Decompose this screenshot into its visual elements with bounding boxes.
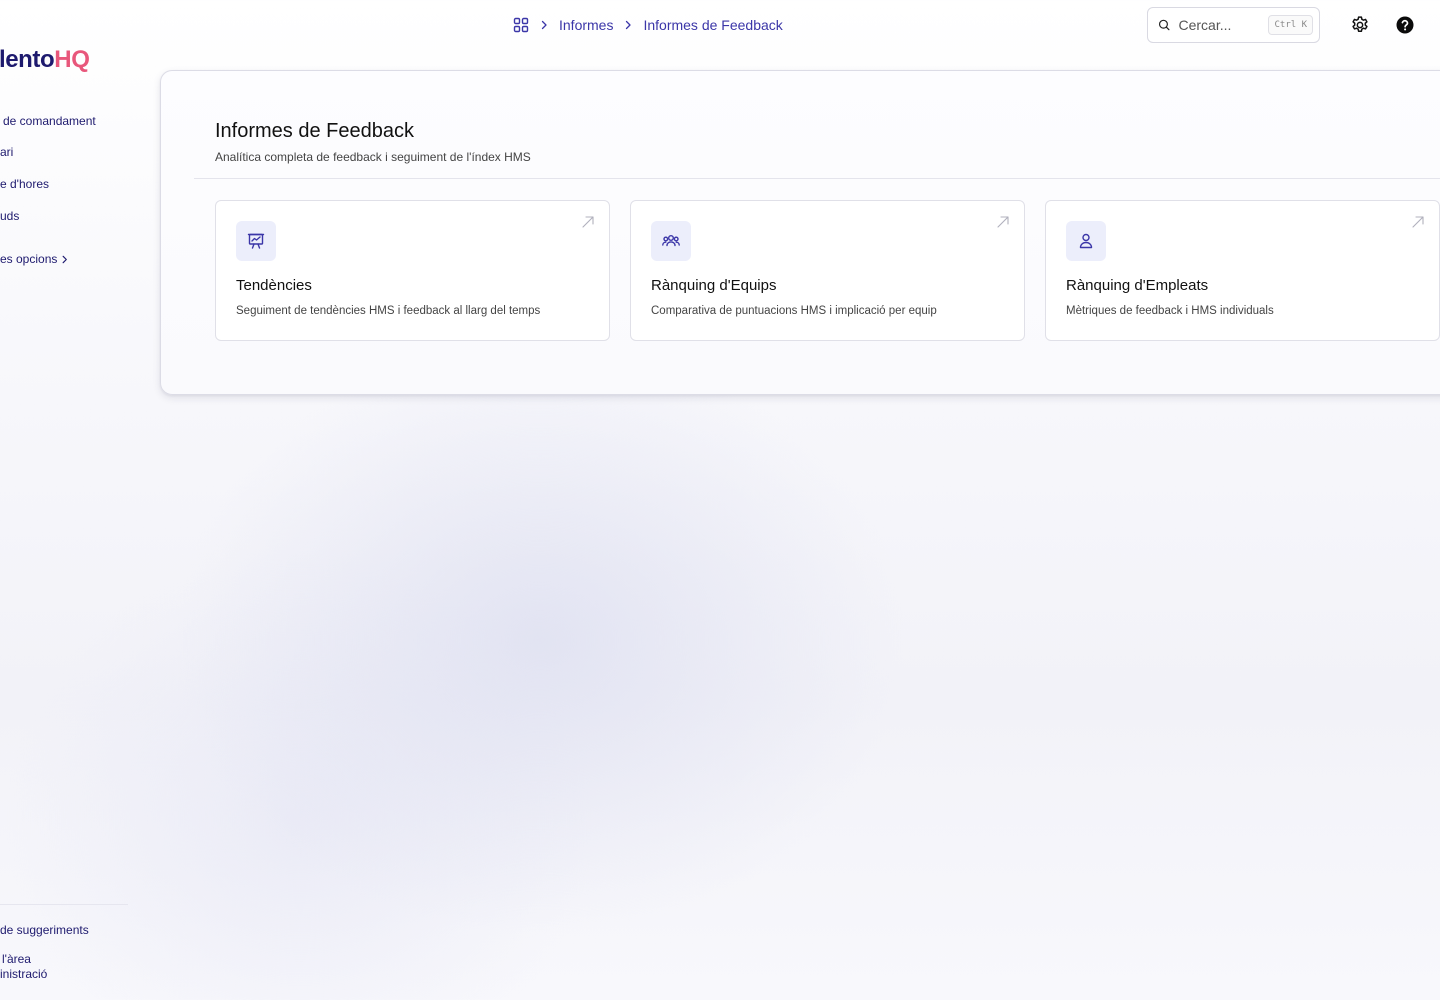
header-divider: [194, 178, 1440, 179]
report-card-trends[interactable]: Tendències Seguiment de tendències HMS i…: [215, 200, 610, 341]
help-icon[interactable]: [1395, 15, 1415, 35]
sidebar: alentoHQ de comandament ari e d'hores ud…: [0, 0, 140, 1000]
chevron-right-icon: [62, 255, 68, 263]
card-title: Rànquing d'Empleats: [1066, 277, 1209, 294]
page-subtitle: Analítica completa de feedback i seguime…: [215, 150, 531, 164]
sidebar-item-calendar[interactable]: ari: [0, 145, 13, 159]
search-icon: [1158, 19, 1170, 31]
logo-text-main: alento: [0, 46, 55, 73]
search-input[interactable]: [1178, 17, 1269, 33]
report-card-team-ranking[interactable]: Rànquing d'Equips Comparativa de puntuac…: [630, 200, 1025, 341]
breadcrumb-item-feedback-reports[interactable]: Informes de Feedback: [643, 17, 782, 33]
gear-icon[interactable]: [1350, 15, 1370, 35]
users-group-icon: [662, 234, 680, 247]
sidebar-item-suggestions[interactable]: de suggeriments: [0, 923, 89, 937]
card-icon-container: [1066, 221, 1106, 261]
card-icon-container: [236, 221, 276, 261]
card-description: Mètriques de feedback i HMS individuals: [1066, 305, 1274, 317]
arrow-up-right-icon: [1412, 216, 1424, 228]
breadcrumb: Informes Informes de Feedback: [513, 16, 783, 34]
search-box[interactable]: Ctrl K: [1147, 7, 1320, 43]
card-icon-container: [651, 221, 691, 261]
presentation-chart-icon: [247, 233, 265, 249]
search-shortcut-badge: Ctrl K: [1268, 15, 1313, 35]
more-options-label: es opcions: [0, 252, 58, 266]
sidebar-more-options[interactable]: es opcions: [0, 252, 69, 266]
logo-text-accent: HQ: [54, 46, 90, 73]
sidebar-divider: [0, 904, 128, 905]
card-description: Comparativa de puntuacions HMS i implica…: [651, 305, 937, 317]
arrow-up-right-icon: [582, 216, 594, 228]
chevron-right-icon: [541, 20, 547, 30]
sidebar-item-timesheet[interactable]: e d'hores: [0, 177, 49, 191]
user-icon: [1079, 233, 1093, 249]
breadcrumb-item-reports[interactable]: Informes: [559, 17, 613, 33]
card-description: Seguiment de tendències HMS i feedback a…: [236, 305, 541, 317]
card-title: Tendències: [236, 277, 312, 294]
app-logo[interactable]: alentoHQ: [0, 46, 90, 74]
grid-icon[interactable]: [513, 17, 529, 33]
report-card-employee-ranking[interactable]: Rànquing d'Empleats Mètriques de feedbac…: [1045, 200, 1440, 341]
card-title: Rànquing d'Equips: [651, 277, 777, 294]
sidebar-item-requests[interactable]: uds: [0, 209, 19, 223]
page-title: Informes de Feedback: [215, 120, 414, 142]
arrow-up-right-icon: [997, 216, 1009, 228]
sidebar-item-admin-area-line1[interactable]: l'àrea: [2, 952, 31, 966]
sidebar-item-command-center[interactable]: de comandament: [3, 114, 96, 128]
chevron-right-icon: [626, 20, 632, 30]
main-panel: Informes de Feedback Analítica completa …: [160, 70, 1440, 395]
sidebar-item-admin-area-line2[interactable]: inistració: [0, 967, 47, 981]
